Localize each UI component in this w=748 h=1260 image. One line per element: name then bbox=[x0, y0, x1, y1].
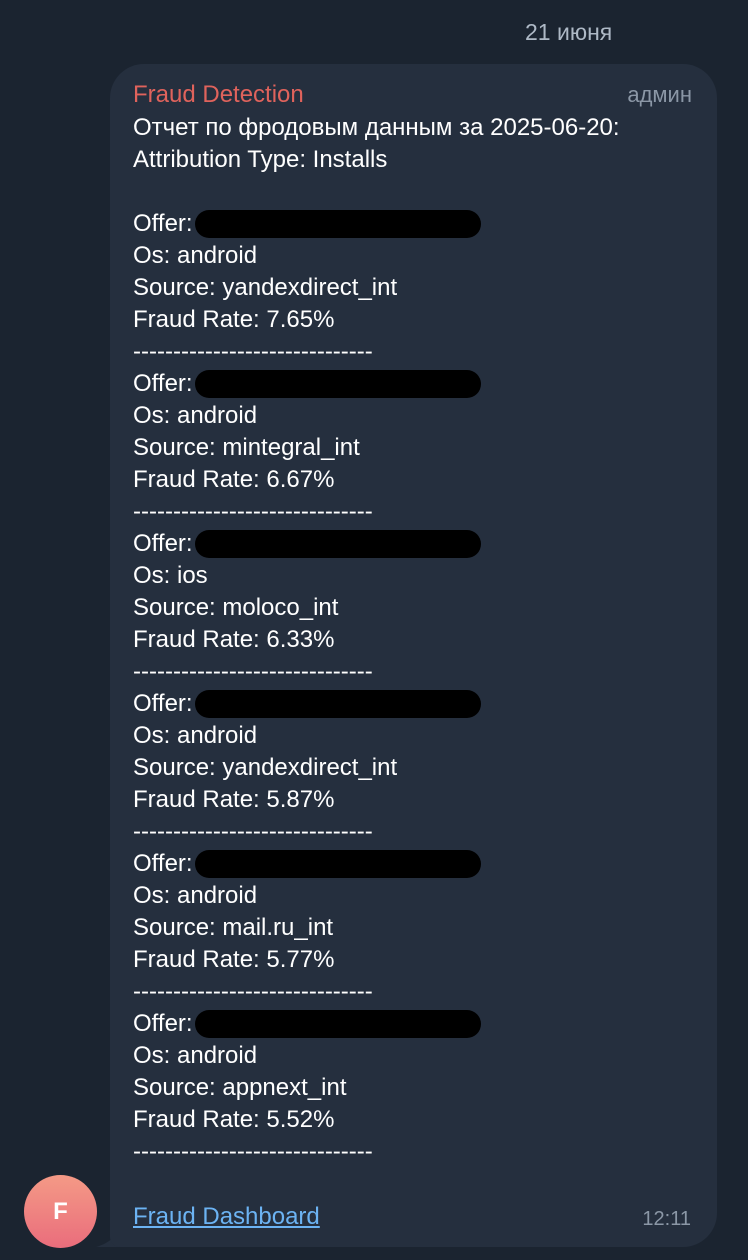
redacted-offer bbox=[194, 210, 481, 238]
avatar-letter: F bbox=[53, 1197, 68, 1225]
divider-line: ------------------------------ bbox=[133, 498, 373, 525]
report-title: Отчет по фродовым данным за 2025-06-20: bbox=[133, 114, 620, 141]
redacted-offer bbox=[194, 530, 481, 558]
admin-badge: админ bbox=[627, 82, 692, 107]
message-bubble[interactable]: Fraud Detection админ Отчет по фродовым … bbox=[110, 64, 717, 1247]
os-line: Os: android bbox=[133, 882, 258, 909]
divider-line: ------------------------------ bbox=[133, 1138, 373, 1165]
redacted-offer bbox=[194, 370, 481, 398]
offer-label: Offer: bbox=[133, 1010, 193, 1037]
offer-line: Offer: bbox=[133, 688, 703, 720]
offer-line: Offer: bbox=[133, 848, 703, 880]
os-line: Os: android bbox=[133, 402, 258, 429]
sender-avatar[interactable]: F bbox=[24, 1175, 97, 1248]
fraud-rate-line: Fraud Rate: 5.52% bbox=[133, 1106, 335, 1133]
source-line: Source: yandexdirect_int bbox=[133, 754, 398, 781]
source-line: Source: yandexdirect_int bbox=[133, 274, 398, 301]
offer-label: Offer: bbox=[133, 850, 193, 877]
offer-label: Offer: bbox=[133, 370, 193, 397]
offer-line: Offer: bbox=[133, 208, 703, 240]
os-line: Os: android bbox=[133, 242, 258, 269]
source-line: Source: mail.ru_int bbox=[133, 914, 334, 941]
date-separator: 21 июня bbox=[525, 19, 613, 45]
fraud-rate-line: Fraud Rate: 7.65% bbox=[133, 306, 335, 333]
divider-line: ------------------------------ bbox=[133, 818, 373, 845]
source-line: Source: appnext_int bbox=[133, 1074, 347, 1101]
os-line: Os: ios bbox=[133, 562, 208, 589]
offer-line: Offer: bbox=[133, 528, 703, 560]
divider-line: ------------------------------ bbox=[133, 338, 373, 365]
redacted-offer bbox=[194, 690, 481, 718]
source-line: Source: mintegral_int bbox=[133, 434, 360, 461]
message-time: 12:11 bbox=[642, 1208, 691, 1230]
os-line: Os: android bbox=[133, 722, 258, 749]
offer-line: Offer: bbox=[133, 368, 703, 400]
fraud-rate-line: Fraud Rate: 6.67% bbox=[133, 466, 335, 493]
fraud-dashboard-link[interactable]: Fraud Dashboard bbox=[133, 1201, 320, 1233]
os-line: Os: android bbox=[133, 1042, 258, 1069]
source-line: Source: moloco_int bbox=[133, 594, 339, 621]
offer-label: Offer: bbox=[133, 530, 193, 557]
offer-label: Offer: bbox=[133, 690, 193, 717]
fraud-rate-line: Fraud Rate: 5.87% bbox=[133, 786, 335, 813]
redacted-offer bbox=[194, 1010, 481, 1038]
redacted-offer bbox=[194, 850, 481, 878]
sender-name[interactable]: Fraud Detection bbox=[133, 80, 304, 110]
fraud-rate-line: Fraud Rate: 6.33% bbox=[133, 626, 335, 653]
attribution-type: Attribution Type: Installs bbox=[133, 146, 388, 173]
offer-label: Offer: bbox=[133, 210, 193, 237]
divider-line: ------------------------------ bbox=[133, 978, 373, 1005]
fraud-rate-line: Fraud Rate: 5.77% bbox=[133, 946, 335, 973]
offer-line: Offer: bbox=[133, 1008, 703, 1040]
divider-line: ------------------------------ bbox=[133, 658, 373, 685]
message-text: Отчет по фродовым данным за 2025-06-20: … bbox=[133, 112, 703, 1168]
